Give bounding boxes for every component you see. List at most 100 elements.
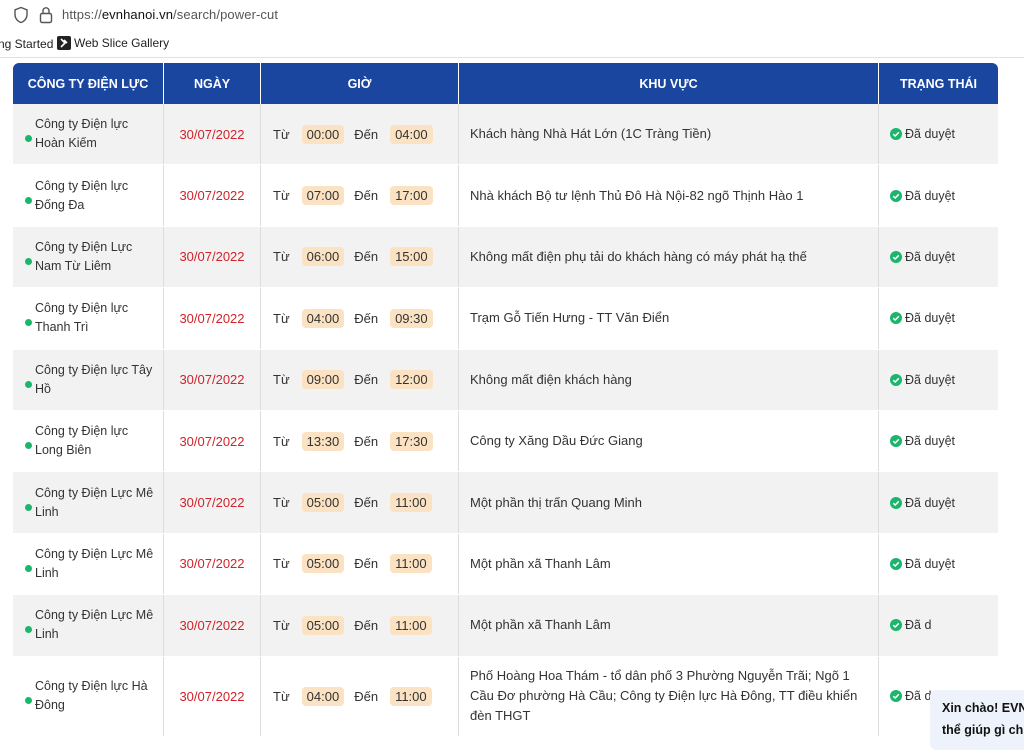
area-cell: Không mất điện phụ tải do khách hàng có …	[459, 226, 879, 288]
status-cell: Đã d	[879, 595, 998, 655]
check-circle-icon	[890, 690, 902, 703]
to-label: Đến	[354, 495, 379, 511]
from-time: 05:00	[301, 615, 345, 635]
time-cell: Từ 13:30 Đến 17:30	[261, 410, 459, 472]
company-name: Công ty Điện lực Thanh Trì	[35, 301, 129, 335]
address-bar[interactable]: https://evnhanoi.vn/search/power-cut	[0, 0, 1024, 30]
to-time: 11:00	[390, 493, 432, 513]
date-cell: 30/07/2022	[164, 288, 261, 349]
status-label: Đã duyệt	[905, 311, 956, 326]
url-path: /search/power-cut	[173, 7, 279, 22]
status-dot	[25, 319, 32, 327]
status-dot	[25, 626, 32, 634]
time-cell: Từ 04:00 Đến 09:30	[261, 288, 459, 349]
from-time: 09:00	[301, 370, 345, 390]
area-cell: Trạm Gỗ Tiến Hưng - TT Văn Điển	[459, 288, 879, 349]
check-circle-icon	[890, 373, 902, 386]
url-text[interactable]: https://evnhanoi.vn/search/power-cut	[62, 7, 278, 22]
status-dot	[25, 135, 32, 143]
check-circle-icon	[890, 250, 902, 263]
chat-widget[interactable]: Xin chào! EVN thể giúp gì ch	[930, 690, 1024, 750]
company-cell: Công ty Điện lực Hoàn Kiếm	[13, 104, 164, 165]
status-cell: Đã duyệt	[879, 104, 998, 164]
check-circle-icon	[890, 312, 902, 325]
status-label: Đã duyệt	[905, 434, 956, 449]
from-time: 05:00	[301, 554, 345, 574]
time-cell: Từ 04:00 Đến 11:00	[261, 656, 459, 736]
to-time: 11:00	[390, 554, 432, 574]
time-cell: Từ 05:00 Đến 11:00	[261, 472, 459, 533]
check-circle-icon	[890, 557, 902, 570]
check-circle-icon	[890, 435, 902, 448]
status-dot	[25, 257, 32, 265]
from-label: Từ	[273, 617, 290, 633]
status-label: Đã d	[905, 618, 932, 633]
header-status: TRẠNG THÁI	[899, 76, 978, 91]
bookmark-web-slice-gallery[interactable]: Web Slice Gallery	[57, 36, 169, 50]
company-name: Công ty Điện lực Hoàn Kiếm	[35, 117, 129, 151]
time-cell: Từ 07:00 Đến 17:00	[261, 165, 459, 226]
to-label: Đến	[354, 556, 379, 572]
status-label: Đã duyệt	[905, 495, 956, 510]
status-cell: Đã duyệt	[879, 288, 998, 348]
status-cell: Đã duyệt	[879, 534, 998, 594]
date-cell: 30/07/2022	[164, 472, 261, 533]
from-label: Từ	[273, 556, 290, 572]
company-cell: Công ty Điện lực Hà Đông	[13, 656, 164, 736]
to-time: 15:00	[390, 247, 433, 267]
table-row: Công ty Điện lực Hà Đông 30/07/2022 Từ 04:0…	[13, 656, 998, 737]
page-content: CÔNG TY ĐIỆN LỰC NGÀY GIỜ KHU VỰC TRẠNG …	[0, 58, 1024, 750]
company-cell: Công ty Điện Lực Nam Từ Liêm	[13, 226, 164, 288]
area-cell: Một phần xã Thanh Lâm	[459, 533, 879, 595]
from-label: Từ	[273, 688, 290, 704]
company-name: Công ty Điện lực Long Biên	[35, 424, 129, 458]
status-label: Đã duyệt	[905, 372, 956, 387]
company-name: Công ty Điện lực Hà Đông	[35, 679, 148, 713]
table-row: Công ty Điện Lực Mê Linh 30/07/2022 Từ 05:0…	[13, 595, 998, 657]
bookmark-getting-started[interactable]: ng Started	[0, 37, 53, 51]
from-time: 00:00	[301, 124, 345, 144]
status-dot	[25, 564, 32, 572]
from-time: 04:00	[301, 686, 345, 706]
table-header: CÔNG TY ĐIỆN LỰC NGÀY GIỜ KHU VỰC TRẠNG …	[13, 63, 998, 104]
shield-icon[interactable]	[12, 6, 30, 24]
status-dot	[25, 442, 32, 450]
from-label: Từ	[273, 249, 290, 265]
header-company: CÔNG TY ĐIỆN LỰC	[13, 63, 164, 104]
from-time: 06:00	[301, 247, 345, 267]
check-circle-icon	[890, 496, 902, 509]
check-circle-icon	[890, 619, 902, 632]
company-name: Công ty Điện Lực Mê Linh	[35, 485, 154, 519]
date-cell: 30/07/2022	[164, 349, 261, 410]
company-cell: Công ty Điện Lực Mê Linh	[13, 533, 164, 595]
from-label: Từ	[273, 495, 290, 511]
header-area: KHU VỰC	[459, 63, 879, 104]
power-cut-table: CÔNG TY ĐIỆN LỰC NGÀY GIỜ KHU VỰC TRẠNG …	[13, 63, 998, 737]
from-time: 04:00	[301, 308, 345, 328]
to-label: Đến	[354, 126, 379, 142]
from-label: Từ	[273, 433, 290, 449]
status-cell: Đã duyệt	[879, 350, 998, 410]
to-time: 11:00	[390, 686, 432, 706]
from-label: Từ	[273, 310, 290, 326]
table-row: Công ty Điện Lực Mê Linh 30/07/2022 Từ 05:0…	[13, 533, 998, 596]
url-host: evnhanoi.vn	[101, 7, 174, 22]
web-slice-icon	[57, 36, 71, 50]
to-time: 17:00	[390, 186, 433, 206]
to-time: 17:30	[390, 431, 433, 451]
company-cell: Công ty Điện Lực Mê Linh	[13, 472, 164, 533]
date-cell: 30/07/2022	[164, 104, 261, 165]
check-circle-icon	[890, 189, 902, 202]
to-time: 12:00	[390, 370, 433, 390]
url-prefix: https://	[62, 7, 102, 22]
lock-icon[interactable]	[37, 5, 55, 25]
to-label: Đến	[354, 688, 379, 704]
status-cell: Đã duyệt	[879, 165, 998, 225]
header-time: GIỜ	[261, 63, 459, 104]
company-cell: Công ty Điện Lực Mê Linh	[13, 595, 164, 656]
company-cell: Công ty Điện lực Tây Hồ	[13, 349, 164, 410]
table-row: Công ty Điện Lực Mê Linh 30/07/2022 Từ 05:0…	[13, 472, 998, 534]
time-cell: Từ 05:00 Đến 11:00	[261, 595, 459, 656]
area-cell: Phố Hoàng Hoa Thám - tổ dân phố 3 Phường…	[459, 656, 879, 736]
to-label: Đến	[354, 617, 379, 633]
